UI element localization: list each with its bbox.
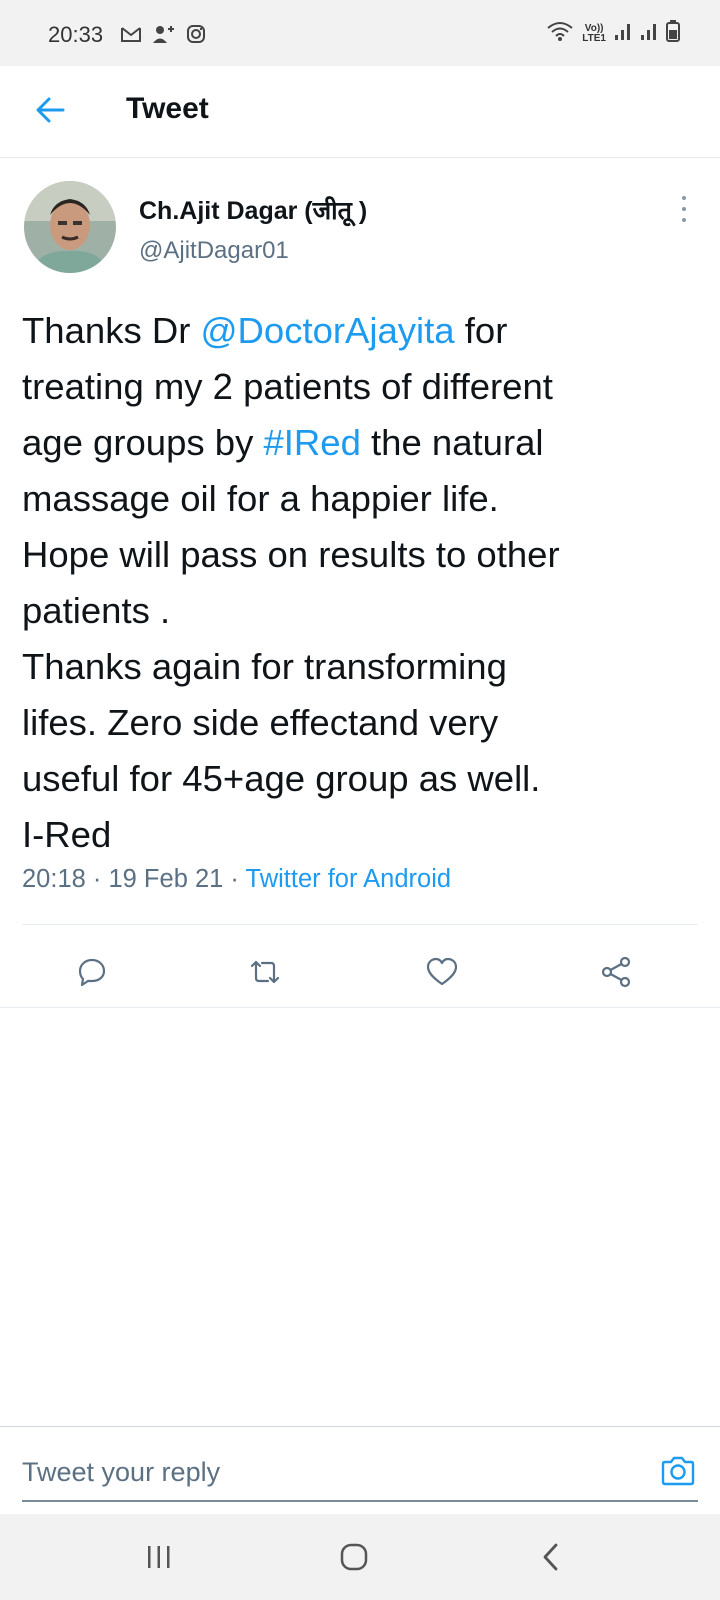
divider <box>22 924 698 925</box>
back-icon[interactable] <box>526 1534 576 1580</box>
instagram-icon <box>186 24 206 49</box>
hashtag-link[interactable]: #IRed <box>263 422 360 463</box>
signal-icon <box>640 21 658 46</box>
gmail-icon <box>120 25 142 48</box>
notification-icons <box>120 24 206 49</box>
more-options-icon[interactable] <box>672 196 696 222</box>
status-bar: 20:33 Vo)) LTE1 <box>0 0 720 66</box>
avatar[interactable] <box>24 181 116 273</box>
tweet-meta: 20:18 · 19 Feb 21 · Twitter for Android <box>22 865 451 894</box>
tweet-text-segment: the natural massage oil for a happier li… <box>22 422 560 855</box>
page-title: Tweet <box>126 92 209 125</box>
meta-separator: · <box>85 865 109 893</box>
divider <box>0 1007 720 1008</box>
author-handle[interactable]: @AjitDagar01 <box>139 237 289 265</box>
system-nav-bar <box>0 1514 720 1600</box>
tweet-text-segment: Thanks Dr <box>22 310 201 351</box>
wifi-icon <box>546 20 574 47</box>
retweet-icon[interactable] <box>243 950 287 994</box>
like-icon[interactable] <box>420 950 464 994</box>
recent-apps-icon[interactable] <box>134 1534 184 1580</box>
tweet-actions <box>0 940 720 1004</box>
tweet-time: 20:18 <box>22 865 86 893</box>
camera-icon[interactable] <box>656 1451 700 1491</box>
home-icon[interactable] <box>329 1534 379 1580</box>
add-contact-icon <box>152 24 176 49</box>
mention-link[interactable]: @DoctorAjayita <box>201 310 455 351</box>
reply-input[interactable] <box>22 1450 642 1494</box>
author-name[interactable]: Ch.Ajit Dagar (जीतू ) <box>139 193 367 227</box>
divider <box>0 1426 720 1427</box>
reply-input-underline <box>22 1500 698 1502</box>
signal-icon <box>614 21 632 46</box>
tweet-text: Thanks Dr @DoctorAjayita for treating my… <box>22 303 712 863</box>
back-arrow-icon[interactable] <box>30 90 70 130</box>
meta-separator: · <box>223 865 246 893</box>
top-app-bar: Tweet <box>0 66 720 158</box>
status-time: 20:33 <box>48 22 104 47</box>
tweet-source-link[interactable]: Twitter for Android <box>246 865 452 893</box>
share-icon[interactable] <box>594 950 638 994</box>
battery-icon <box>666 20 680 47</box>
system-icons: Vo)) LTE1 <box>546 20 680 47</box>
reply-icon[interactable] <box>70 950 114 994</box>
volte-label: Vo)) LTE1 <box>582 22 606 44</box>
tweet-date: 19 Feb 21 <box>108 865 224 893</box>
